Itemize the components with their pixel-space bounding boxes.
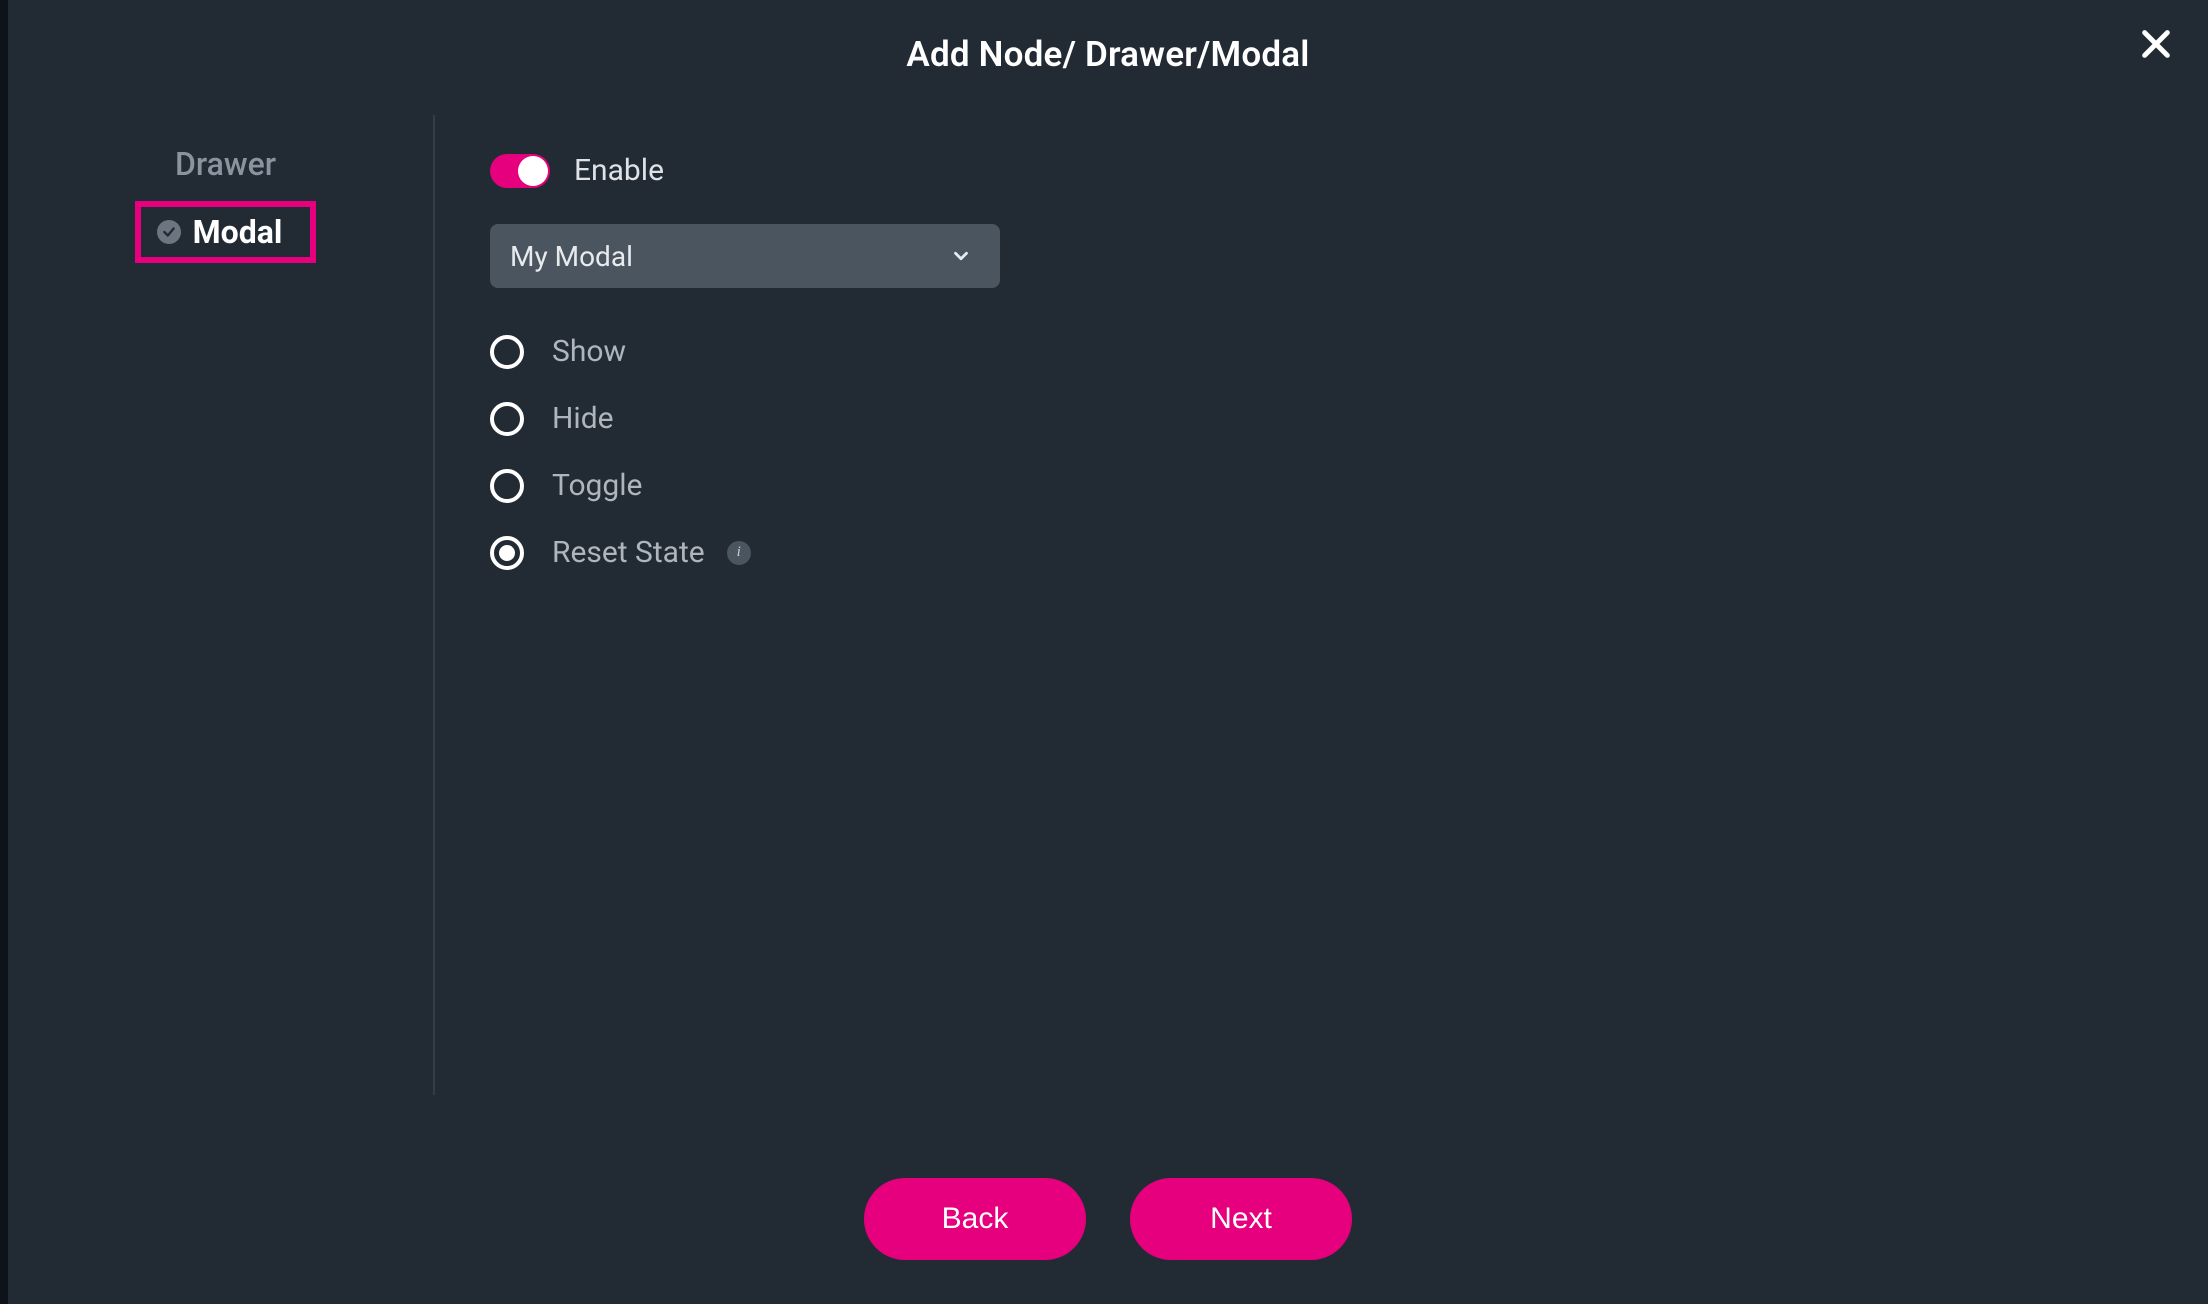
next-button[interactable]: Next (1130, 1178, 1352, 1260)
radio-input (490, 402, 524, 436)
radio-input (490, 536, 524, 570)
chevron-down-icon (950, 245, 972, 267)
radio-toggle[interactable]: Toggle (490, 468, 2208, 503)
radio-show[interactable]: Show (490, 334, 2208, 369)
radio-label: Show (552, 334, 626, 369)
modal-title: Add Node/ Drawer/Modal (906, 34, 1309, 75)
close-icon (2139, 27, 2173, 61)
radio-label: Toggle (552, 468, 642, 503)
modal-header: Add Node/ Drawer/Modal (8, 0, 2208, 105)
toggle-knob (518, 156, 548, 186)
modal-select[interactable]: My Modal (490, 224, 1000, 288)
info-icon[interactable]: i (727, 541, 751, 565)
sidebar-item-modal[interactable]: Modal (135, 201, 317, 263)
radio-input (490, 335, 524, 369)
radio-reset-state[interactable]: Reset State i (490, 535, 2208, 570)
select-value: My Modal (510, 240, 633, 273)
enable-toggle-row: Enable (490, 153, 2208, 188)
modal-footer: Back Next (8, 1134, 2208, 1304)
radio-label: Reset State (552, 535, 705, 570)
radio-label: Hide (552, 401, 614, 436)
modal-dialog: Add Node/ Drawer/Modal Drawer Modal (8, 0, 2208, 1304)
enable-label: Enable (574, 153, 664, 188)
action-radio-group: Show Hide Toggle Reset State i (490, 334, 2208, 570)
sidebar-item-drawer[interactable]: Drawer (175, 145, 276, 183)
radio-input (490, 469, 524, 503)
close-button[interactable] (2134, 22, 2178, 66)
modal-body: Drawer Modal Enable My Modal (8, 105, 2208, 1304)
back-button[interactable]: Back (864, 1178, 1086, 1260)
check-icon (157, 220, 181, 244)
sidebar-item-label: Modal (193, 213, 283, 251)
content-panel: Enable My Modal Show Hide (435, 105, 2208, 1304)
sidebar: Drawer Modal (18, 105, 433, 1304)
enable-toggle[interactable] (490, 154, 550, 188)
radio-hide[interactable]: Hide (490, 401, 2208, 436)
